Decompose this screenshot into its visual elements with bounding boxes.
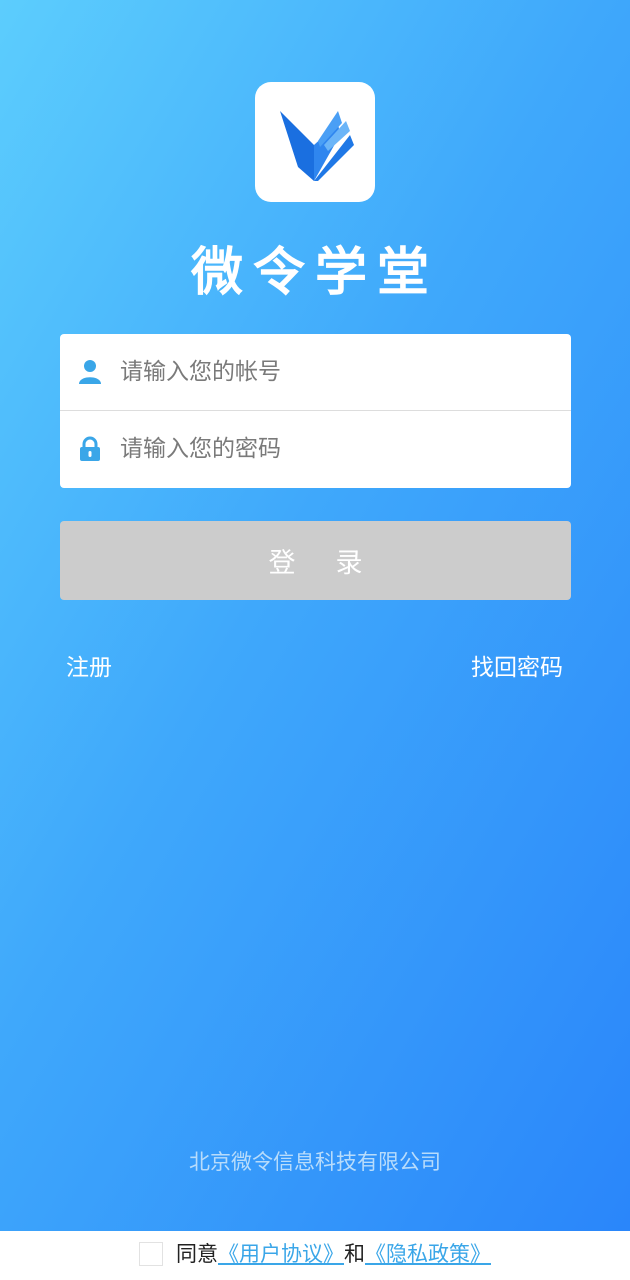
password-input[interactable]: [120, 429, 550, 469]
book-icon: [280, 111, 354, 181]
account-input[interactable]: [120, 352, 550, 392]
agree-prefix: 同意: [176, 1242, 218, 1266]
company-name: 北京微令信息科技有限公司: [189, 1150, 441, 1174]
login-screen: 微令学堂 登录 注册 找回密码 北京微令信息科技有限公司: [0, 0, 630, 1231]
password-field: [60, 411, 571, 487]
register-link[interactable]: 注册: [66, 652, 112, 684]
login-button[interactable]: 登录: [60, 521, 571, 600]
app-logo: [255, 82, 375, 202]
lock-icon: [77, 436, 103, 462]
agreement-bar: 同意《用户协议》和《隐私政策》: [0, 1231, 630, 1280]
agree-conjunction: 和: [344, 1242, 365, 1266]
user-agreement-link[interactable]: 《用户协议》: [218, 1242, 344, 1266]
app-title: 微令学堂: [190, 242, 439, 303]
privacy-policy-link[interactable]: 《隐私政策》: [365, 1242, 491, 1266]
user-icon: [77, 359, 103, 385]
login-form: [60, 334, 571, 488]
agreement-text: 同意《用户协议》和《隐私政策》: [176, 1239, 491, 1269]
forgot-password-link[interactable]: 找回密码: [471, 652, 563, 684]
account-field: [60, 334, 571, 411]
agree-checkbox[interactable]: [139, 1242, 163, 1266]
